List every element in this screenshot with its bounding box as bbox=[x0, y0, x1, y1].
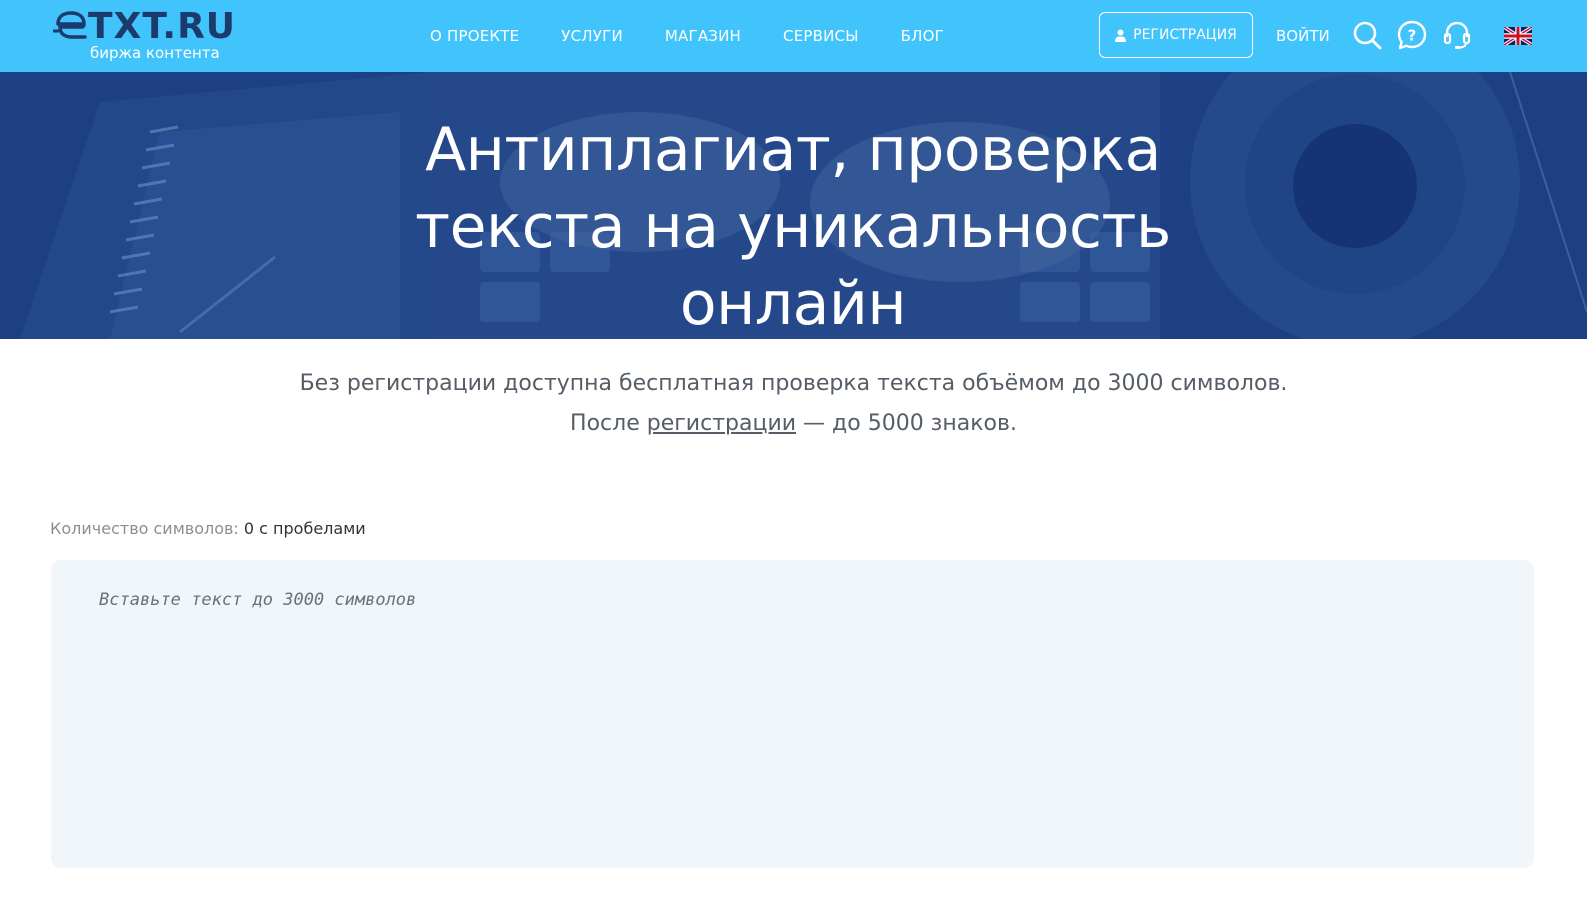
registration-link[interactable]: регистрации bbox=[647, 411, 796, 436]
logo[interactable]: TXT.RU биржа контента bbox=[52, 8, 252, 64]
svg-text:?: ? bbox=[1408, 27, 1417, 45]
intro-text: Без регистрации доступна бесплатная пров… bbox=[0, 364, 1587, 444]
register-button[interactable]: РЕГИСТРАЦИЯ bbox=[1099, 12, 1253, 58]
page-title: Антиплагиат, проверка текста на уникальн… bbox=[393, 112, 1193, 339]
main-nav: О ПРОЕКТЕ УСЛУГИ МАГАЗИН СЕРВИСЫ БЛОГ bbox=[430, 0, 986, 72]
logo-text: TXT.RU bbox=[88, 6, 237, 47]
support-headset-icon[interactable] bbox=[1442, 20, 1472, 50]
intro-line-2-after: — до 5000 знаков. bbox=[796, 411, 1017, 436]
intro-line-2: После регистрации — до 5000 знаков. bbox=[0, 404, 1587, 444]
text-input[interactable] bbox=[51, 560, 1534, 868]
character-counter: Количество символов: 0 с пробелами bbox=[50, 519, 366, 538]
page-title-line: онлайн bbox=[679, 269, 907, 339]
counter-value: 0 с пробелами bbox=[243, 519, 366, 538]
help-icon[interactable]: ? bbox=[1397, 20, 1427, 50]
nav-item-services[interactable]: УСЛУГИ bbox=[561, 27, 623, 45]
nav-item-shop[interactable]: МАГАЗИН bbox=[665, 27, 741, 45]
uk-flag-icon[interactable] bbox=[1504, 27, 1532, 45]
site-header: TXT.RU биржа контента О ПРОЕКТЕ УСЛУГИ М… bbox=[0, 0, 1587, 72]
counter-label: Количество символов: bbox=[50, 519, 244, 538]
login-link[interactable]: ВОЙТИ bbox=[1276, 0, 1330, 72]
nav-item-about[interactable]: О ПРОЕКТЕ bbox=[430, 27, 519, 45]
logo-subtitle: биржа контента bbox=[90, 44, 220, 62]
logo-wordmark: TXT.RU bbox=[52, 8, 236, 46]
page-title-line: текста на уникальность bbox=[415, 192, 1171, 262]
register-label: РЕГИСТРАЦИЯ bbox=[1133, 27, 1237, 43]
user-icon bbox=[1115, 29, 1127, 42]
page-title-line: Антиплагиат, проверка bbox=[425, 115, 1161, 185]
intro-line-2-before: После bbox=[570, 411, 647, 436]
nav-item-blog[interactable]: БЛОГ bbox=[901, 27, 944, 45]
hero-banner: Антиплагиат, проверка текста на уникальн… bbox=[0, 72, 1587, 339]
intro-line-1: Без регистрации доступна бесплатная пров… bbox=[299, 371, 1288, 396]
search-icon[interactable] bbox=[1352, 20, 1382, 50]
logo-e-icon bbox=[53, 11, 87, 39]
nav-item-tools[interactable]: СЕРВИСЫ bbox=[783, 27, 859, 45]
text-editor-container bbox=[51, 560, 1534, 868]
